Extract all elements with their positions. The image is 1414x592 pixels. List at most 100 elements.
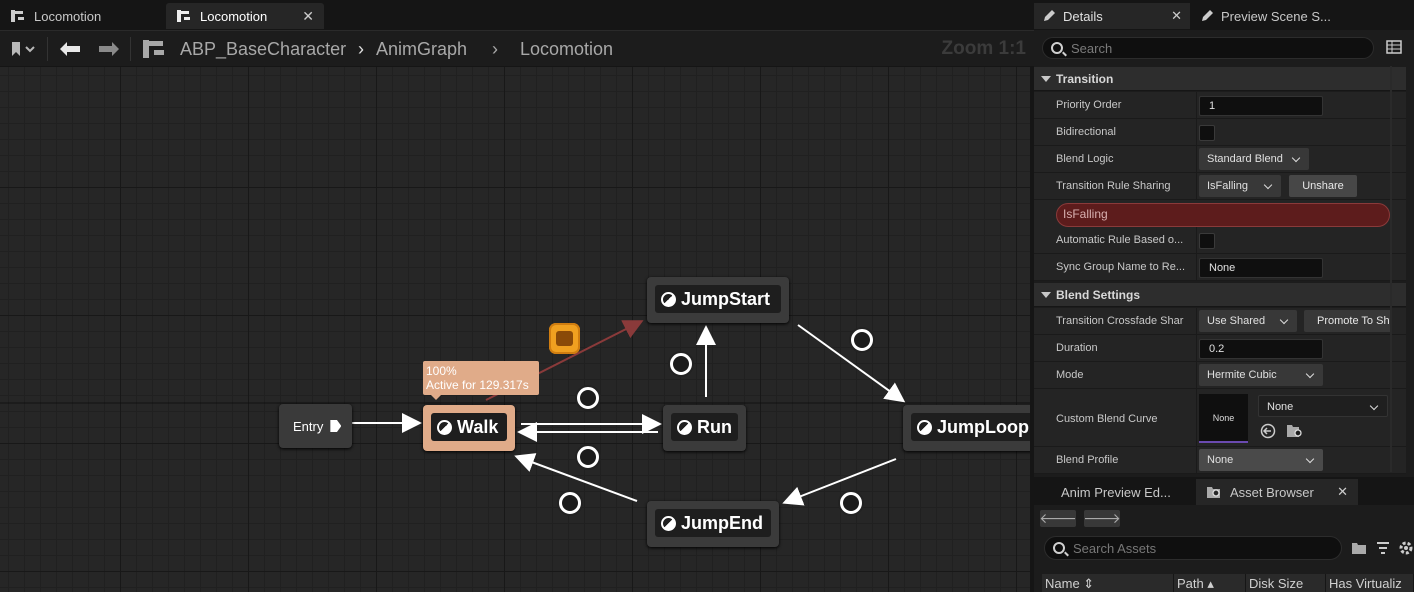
section-transition[interactable]: Transition <box>1034 67 1406 91</box>
breadcrumb-separator-icon: › <box>358 38 364 59</box>
transition-wires <box>0 320 1030 506</box>
arrow-right-icon: 🡒 <box>1083 510 1121 526</box>
property-label: Blend Logic <box>1056 153 1114 165</box>
crossfade-dropdown[interactable]: Use Shared <box>1199 310 1297 332</box>
transition-icon-walk-run[interactable] <box>575 385 601 411</box>
breadcrumb-item-animgraph[interactable]: AnimGraph <box>376 31 467 67</box>
transition-icon-jumploop-jumpend[interactable] <box>838 490 864 516</box>
warning-icon[interactable] <box>549 323 580 354</box>
state-node-jumpstart[interactable]: JumpStart <box>647 277 789 323</box>
state-node-jumpend[interactable]: JumpEnd <box>647 501 779 547</box>
state-machine-graph[interactable]: Entry Walk Run JumpStart JumpLoop JumpEn… <box>0 67 1030 592</box>
promote-button[interactable]: Promote To Sh <box>1304 310 1392 332</box>
column-has-virtualized[interactable]: Has Virtualiz <box>1326 574 1414 592</box>
dropdown-value: Standard Blend <box>1207 153 1283 165</box>
entry-label: Entry <box>293 418 324 434</box>
state-label: JumpEnd <box>681 512 764 533</box>
bookmark-menu-button[interactable] <box>10 31 36 67</box>
back-button[interactable] <box>59 31 81 67</box>
state-node-run[interactable]: Run <box>663 405 746 451</box>
details-search-input[interactable]: Search <box>1042 37 1374 59</box>
close-icon[interactable]: ✕ <box>1337 484 1348 500</box>
tab-anim-preview-editor[interactable]: Anim Preview Ed... <box>1051 479 1181 505</box>
dropdown-value: IsFalling <box>1207 180 1248 192</box>
forward-button[interactable] <box>98 31 120 67</box>
column-path[interactable]: Path ▴ <box>1174 574 1246 592</box>
tab-label: Details <box>1063 8 1103 24</box>
state-icon <box>661 515 676 531</box>
search-placeholder: Search Assets <box>1073 540 1157 556</box>
asset-back-button[interactable]: 🡐 <box>1039 510 1077 527</box>
transition-icon-jumpend-walk[interactable] <box>557 490 583 516</box>
browse-asset-icon[interactable] <box>1286 423 1304 439</box>
tab-details[interactable]: Details ✕ <box>1034 3 1190 29</box>
blend-profile-dropdown[interactable]: None <box>1199 449 1323 471</box>
priority-order-field[interactable]: 1 <box>1199 96 1323 116</box>
tab-label: Anim Preview Ed... <box>1061 484 1171 500</box>
column-name[interactable]: Name ⇕ <box>1042 574 1174 592</box>
curve-asset-dropdown[interactable]: None <box>1258 395 1388 417</box>
state-node-walk[interactable]: Walk <box>423 405 515 451</box>
automatic-rule-checkbox[interactable] <box>1199 233 1215 249</box>
collapse-arrow-icon <box>1041 292 1051 298</box>
state-machine-icon <box>142 31 166 67</box>
tab-locomotion-active[interactable]: Locomotion ✕ <box>166 3 324 29</box>
property-bidirectional: Bidirectional <box>1034 119 1406 146</box>
transition-icon-run-walk[interactable] <box>575 444 601 470</box>
tab-locomotion-inactive[interactable]: Locomotion <box>0 3 164 29</box>
transition-icon-jumpstart-jumploop[interactable] <box>849 327 875 353</box>
use-selected-icon[interactable] <box>1260 423 1276 439</box>
close-icon[interactable]: ✕ <box>1171 8 1182 24</box>
transition-icon-run-jumpstart[interactable] <box>668 351 694 377</box>
property-label: Mode <box>1056 369 1084 381</box>
column-disk-size[interactable]: Disk Size <box>1246 574 1326 592</box>
breadcrumb-separator-icon: › <box>492 38 498 59</box>
section-blend-settings[interactable]: Blend Settings <box>1034 283 1406 307</box>
unshare-button[interactable]: Unshare <box>1289 175 1357 197</box>
blend-logic-dropdown[interactable]: Standard Blend <box>1199 148 1309 170</box>
property-label: Bidirectional <box>1056 126 1116 138</box>
sync-group-field[interactable]: None <box>1199 258 1323 278</box>
state-node-jumploop[interactable]: JumpLoop <box>903 405 1030 451</box>
close-icon[interactable]: ✕ <box>302 8 314 25</box>
state-label: JumpLoop <box>937 416 1029 437</box>
bidirectional-checkbox[interactable] <box>1199 125 1215 141</box>
gear-icon[interactable] <box>1398 540 1414 556</box>
state-label: JumpStart <box>681 288 771 309</box>
exec-pin-icon[interactable] <box>330 420 342 432</box>
state-label: Walk <box>457 416 499 437</box>
dropdown-value: Hermite Cubic <box>1207 369 1277 381</box>
arrow-right-icon <box>99 42 119 56</box>
table-view-icon[interactable] <box>1386 40 1402 54</box>
chevron-down-icon <box>1369 401 1379 411</box>
graph-toolbar: ABP_BaseCharacter › AnimGraph › Locomoti… <box>0 30 1034 66</box>
property-label: Transition Crossfade Shar <box>1056 315 1184 327</box>
entry-node[interactable]: Entry <box>279 404 352 448</box>
mode-dropdown[interactable]: Hermite Cubic <box>1199 364 1323 386</box>
breadcrumb-item-asset[interactable]: ABP_BaseCharacter <box>180 31 346 67</box>
property-duration: Duration 0.2 <box>1034 335 1406 362</box>
pencil-icon <box>1202 10 1213 21</box>
state-icon <box>437 419 452 435</box>
active-state-tooltip: 100% Active for 129.317s <box>423 361 539 400</box>
chevron-down-icon <box>1305 369 1315 379</box>
folder-icon[interactable] <box>1351 541 1367 555</box>
property-label: Duration <box>1056 342 1098 354</box>
chevron-down-icon <box>1305 454 1315 464</box>
rule-sharing-dropdown[interactable]: IsFalling <box>1199 175 1281 197</box>
asset-search-input[interactable]: Search Assets <box>1044 536 1342 560</box>
duration-field[interactable]: 0.2 <box>1199 339 1323 359</box>
collapse-arrow-icon <box>1041 76 1051 82</box>
filter-icon[interactable] <box>1376 541 1390 555</box>
curve-thumbnail[interactable]: None <box>1199 394 1248 443</box>
asset-forward-button[interactable]: 🡒 <box>1083 510 1121 527</box>
tab-label: Locomotion <box>34 8 102 24</box>
asset-browser-icon <box>1207 487 1220 498</box>
tab-asset-browser[interactable]: Asset Browser ✕ <box>1196 479 1358 505</box>
breadcrumb-item-locomotion[interactable]: Locomotion <box>520 31 613 67</box>
tab-preview-scene[interactable]: Preview Scene S... <box>1192 3 1414 29</box>
details-scrollbar[interactable] <box>1390 66 1392 472</box>
column-label: Path <box>1177 576 1204 591</box>
tab-label: Preview Scene S... <box>1221 8 1331 24</box>
transition-rule-bar[interactable]: IsFalling <box>1056 203 1390 227</box>
